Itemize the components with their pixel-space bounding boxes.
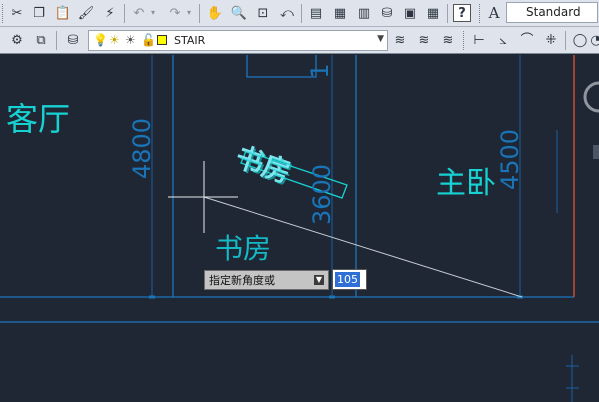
cut-icon[interactable]: ✂	[8, 4, 26, 22]
redo-icon[interactable]: ↷	[166, 4, 184, 22]
options-arrow-icon[interactable]: ▼	[314, 275, 324, 285]
design-center-icon[interactable]: ▦	[331, 4, 349, 22]
standard-toolbar: ✂ ❐ 📋 🖌 ⚡ ↶ ▾ ↷ ▾ ✋ 🔍 ⊡ ⤺ ▤ ▦ ▥ ⛁ ▣ ▦ ? …	[0, 0, 599, 27]
toolbar-separator	[124, 4, 125, 23]
drawing-canvas[interactable]: 客厅 书房 书房 书房 主卧 4800 3600 4500 1 指定新角度或 ▼…	[0, 55, 599, 402]
layer-states-manager-icon[interactable]: ≋	[439, 31, 457, 49]
dynamic-input-label: 指定新角度或	[209, 274, 275, 287]
layer-dropdown[interactable]: 💡 ☀ ☀ 🔓 STAIR ▼	[88, 30, 388, 51]
lightbulb-icon: 💡	[93, 33, 108, 47]
make-layer-current-icon[interactable]: ≋	[391, 31, 409, 49]
help-icon[interactable]: ?	[453, 4, 471, 22]
room-label-living-room: 客厅	[6, 100, 71, 138]
layer-states-icon[interactable]: ⧉	[32, 31, 50, 49]
room-label-study: 书房	[215, 232, 272, 265]
paste-icon[interactable]: 📋	[54, 4, 72, 22]
redo-dropdown-icon[interactable]: ▾	[184, 4, 194, 22]
gear-icon[interactable]: ⚙	[8, 31, 26, 49]
current-layer-name: STAIR	[174, 34, 206, 47]
nav-bar-edge	[593, 145, 599, 159]
drawing-geometry	[0, 55, 599, 402]
chevron-down-icon: ▼	[377, 34, 384, 44]
match-properties-icon[interactable]: 🖌	[77, 4, 95, 22]
zoom-previous-icon[interactable]: ⤺	[278, 4, 296, 22]
toolbar-separator	[565, 31, 566, 50]
toolbar-separator	[447, 4, 448, 23]
sheet-set-icon[interactable]: ⛁	[378, 4, 396, 22]
layer-color-swatch	[157, 35, 167, 45]
layer-previous-icon[interactable]: ≋	[415, 31, 433, 49]
viewcube-ring	[583, 81, 599, 113]
angle-input-field[interactable]: 105	[332, 269, 367, 290]
zoom-window-icon[interactable]: ⊡	[254, 4, 272, 22]
linear-dimension-icon[interactable]: ⊢	[470, 31, 488, 49]
toolbar-grip[interactable]	[479, 4, 483, 23]
sun-icon: ☀	[109, 33, 120, 47]
dimension-text-left: 4800	[128, 117, 156, 179]
layer-properties-icon[interactable]: ⛁	[64, 31, 82, 49]
room-label-master-bedroom: 主卧	[436, 166, 496, 201]
text-style-combo[interactable]: Standard	[506, 2, 598, 23]
angle-input-value: 105	[335, 272, 360, 287]
markup-icon[interactable]: ▣	[401, 4, 419, 22]
properties-icon[interactable]: ▤	[307, 4, 325, 22]
tool-palettes-icon[interactable]: ▥	[355, 4, 373, 22]
ordinate-dimension-icon[interactable]: ⁜	[542, 31, 560, 49]
toolbar-separator	[301, 4, 302, 23]
text-style-icon[interactable]: A	[485, 4, 503, 22]
toolbar-separator	[199, 4, 200, 23]
pan-icon[interactable]: ✋	[206, 4, 224, 22]
zoom-realtime-icon[interactable]: 🔍	[230, 4, 248, 22]
undo-icon[interactable]: ↶	[130, 4, 148, 22]
undo-dropdown-icon[interactable]: ▾	[148, 4, 158, 22]
more-dimension-icon[interactable]: ◔	[590, 31, 599, 49]
calculator-icon[interactable]: ▦	[424, 4, 442, 22]
block-editor-icon[interactable]: ⚡	[101, 4, 119, 22]
toolbar-separator	[56, 31, 57, 50]
viewport-freeze-icon: ☀	[125, 33, 136, 47]
aligned-dimension-icon[interactable]: ⦣	[494, 31, 512, 49]
dimension-text-right: 4500	[496, 128, 524, 190]
unlock-icon: 🔓	[141, 33, 156, 47]
copy-icon[interactable]: ❐	[30, 4, 48, 22]
dynamic-input-prompt: 指定新角度或 ▼	[204, 270, 329, 290]
toolbar-grip[interactable]	[463, 31, 467, 50]
toolbar-grip[interactable]	[2, 4, 6, 23]
dimension-text-top: 1	[306, 63, 334, 79]
arc-length-icon[interactable]: ⌒	[518, 31, 536, 49]
dimension-text-middle: 3600	[308, 163, 336, 225]
radius-dimension-icon[interactable]: ◯	[571, 31, 589, 49]
layers-toolbar: ⚙ ⧉ ⛁ 💡 ☀ ☀ 🔓 STAIR ▼ ≋ ≋ ≋ ⊢ ⦣ ⌒ ⁜ ◯ ◔	[0, 27, 599, 54]
